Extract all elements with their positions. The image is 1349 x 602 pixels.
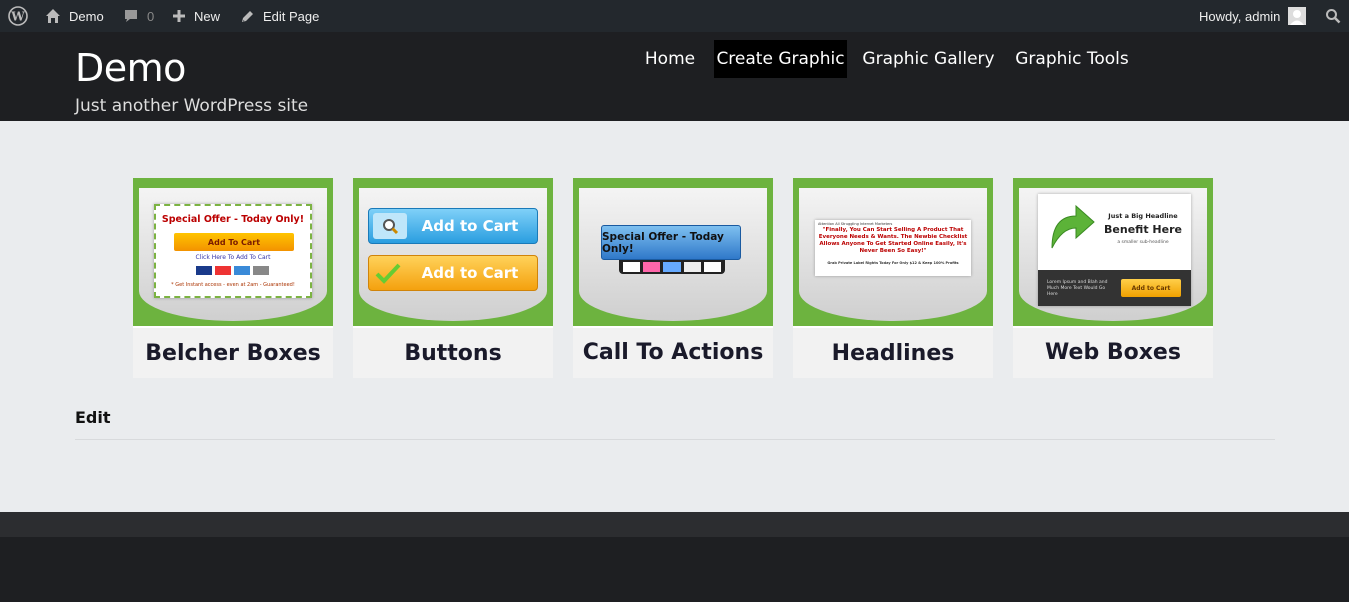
nav-item-graphic-tools[interactable]: Graphic Tools: [1010, 40, 1134, 78]
preview-benefit: Benefit Here: [1104, 223, 1182, 236]
preview-headline: Special Offer - Today Only!: [161, 214, 305, 225]
edit-page-link[interactable]: Edit Page: [240, 0, 319, 32]
pencil-icon: [240, 9, 255, 24]
magnifier-icon: [373, 213, 407, 239]
preview-body-text: Lorem Ipsum and Blah and Much More Text …: [1047, 280, 1108, 297]
green-arrow-icon: [1046, 202, 1096, 255]
preview-subheadline: Grab Private Label Rights Today For Only…: [827, 261, 959, 265]
tile-belcher-boxes[interactable]: Special Offer - Today Only! Add To Cart …: [133, 178, 333, 378]
new-content-link[interactable]: New: [172, 0, 220, 32]
nav-item-graphic-gallery[interactable]: Graphic Gallery: [860, 40, 997, 78]
preview-orange-button: Add to Cart: [368, 255, 538, 291]
howdy-label: Howdy, admin: [1199, 8, 1281, 24]
tile-call-to-actions[interactable]: Special Offer - Today Only! Call To Acti…: [573, 178, 773, 378]
svg-text:W: W: [10, 10, 25, 24]
site-name-link[interactable]: Demo: [45, 0, 104, 32]
preview-link: Click Here To Add To Cart: [195, 254, 271, 261]
preview-blue-button: Add to Cart: [368, 208, 538, 244]
new-label: New: [194, 8, 221, 24]
preview-headline: "Finally, You Can Start Selling A Produc…: [818, 227, 968, 254]
avatar: [1288, 7, 1307, 25]
site-header: Demo Just another WordPress site Home Cr…: [0, 32, 1349, 121]
belcher-boxes-thumbnail: Special Offer - Today Only! Add To Cart …: [133, 178, 333, 326]
site-name-label: Demo: [69, 8, 104, 24]
call-to-actions-thumbnail: Special Offer - Today Only!: [573, 178, 773, 326]
headlines-thumbnail: Attention All Struggling Internet Market…: [793, 178, 993, 326]
divider: [75, 439, 1275, 440]
page-content: Special Offer - Today Only! Add To Cart …: [0, 121, 1349, 512]
comments-link[interactable]: 0: [123, 0, 154, 32]
search-icon[interactable]: [1325, 0, 1341, 32]
preview-headline: Just a Big Headline: [1108, 212, 1178, 220]
tile-label: Belcher Boxes: [133, 326, 333, 378]
tile-label: Buttons: [353, 326, 553, 378]
site-title[interactable]: Demo: [75, 46, 186, 90]
preview-subheadline: a smaller sub-headline: [1117, 240, 1169, 245]
my-account-menu[interactable]: Howdy, admin: [1199, 0, 1307, 32]
footer-band: [0, 512, 1349, 537]
card-icons: [196, 266, 269, 275]
plus-icon: [172, 9, 186, 23]
home-icon: [45, 8, 61, 24]
tile-label: Web Boxes: [1013, 326, 1213, 378]
tile-web-boxes[interactable]: Just a Big Headline Benefit Here a small…: [1013, 178, 1213, 378]
buttons-thumbnail: Add to Cart Add to Cart: [353, 178, 553, 326]
card-strip: [619, 260, 725, 274]
nav-item-create-graphic[interactable]: Create Graphic: [714, 40, 847, 78]
web-boxes-thumbnail: Just a Big Headline Benefit Here a small…: [1013, 178, 1213, 326]
edit-link[interactable]: Edit: [75, 408, 111, 427]
tile-label: Call To Actions: [573, 326, 773, 378]
site-footer: [0, 537, 1349, 602]
site-description: Just another WordPress site: [75, 96, 309, 116]
tile-label: Headlines: [793, 326, 993, 378]
edit-page-label: Edit Page: [263, 8, 320, 24]
preview-footnote: * Get Instant access - even at 2am - Gua…: [171, 282, 295, 288]
checkmark-icon: [375, 262, 401, 288]
preview-button: Add to Cart: [1121, 279, 1181, 297]
wordpress-logo-icon[interactable]: W: [8, 0, 28, 32]
preview-button: Add To Cart: [174, 233, 294, 251]
preview-banner: Special Offer - Today Only!: [601, 225, 741, 260]
tile-buttons[interactable]: Add to Cart Add to Cart Buttons: [353, 178, 553, 378]
comment-bubble-icon: [123, 8, 139, 24]
admin-bar: W Demo 0 New Edit Page Howdy, admin: [0, 0, 1349, 32]
preview-pre-headline: Attention All Struggling Internet Market…: [818, 222, 893, 226]
nav-item-home[interactable]: Home: [638, 40, 702, 78]
comments-count: 0: [147, 8, 155, 24]
tile-headlines[interactable]: Attention All Struggling Internet Market…: [793, 178, 993, 378]
